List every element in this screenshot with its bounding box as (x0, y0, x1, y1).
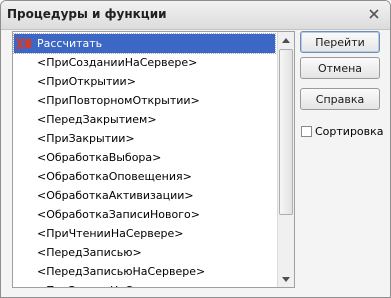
procedures-list[interactable]: Рассчитать <ПриСозданииНаСервере> <ПриОткр… (12, 31, 295, 288)
list-item-label: <ПриПовторномОткрытии> (37, 94, 200, 107)
sort-checkbox-label: Сортировка (315, 124, 384, 138)
list-item[interactable]: <ПриЧтенииНаСервере> (13, 224, 276, 243)
list-item-label: <ОбработкаОповещения> (37, 170, 192, 183)
list-item[interactable]: <ПередЗаписьюНаСервере> (13, 262, 276, 281)
list-item-label: <ОбработкаАктивизации> (37, 189, 194, 202)
list-item-label: <ПередЗакрытием> (37, 113, 157, 126)
list-item[interactable]: <ПриЗакрытии> (13, 129, 276, 148)
scroll-up-icon[interactable] (278, 32, 294, 48)
list-item-label: Рассчитать (37, 37, 103, 50)
list-item[interactable]: <ПриСозданииНаСервере> (13, 53, 276, 72)
title-bar[interactable]: Процедуры и функции (1, 1, 390, 30)
help-button[interactable]: Справка (300, 88, 380, 110)
go-button[interactable]: Перейти (300, 31, 380, 53)
list-item[interactable]: <ОбработкаВыбора> (13, 148, 276, 167)
list-item-selected[interactable]: Рассчитать (13, 33, 276, 54)
list-items: Рассчитать <ПриСозданииНаСервере> <ПриОткр… (13, 32, 276, 287)
list-item-label: <ПриЧтенииНаСервере> (37, 227, 184, 240)
procedures-dialog: Процедуры и функции Рассчитать <ПриСоздан… (0, 0, 391, 298)
list-item[interactable]: <ОбработкаАктивизации> (13, 186, 276, 205)
list-item[interactable]: <ПриПовторномОткрытии> (13, 91, 276, 110)
list-item-label: <ПриЗаписиНаСервере> (37, 284, 183, 287)
list-item[interactable]: <ПриЗаписиНаСервере> (13, 281, 276, 287)
list-item[interactable]: <ОбработкаОповещения> (13, 167, 276, 186)
sort-checkbox[interactable]: Сортировка (301, 123, 384, 139)
list-item-label: <ПриОткрытии> (37, 75, 136, 88)
window-title: Процедуры и функции (7, 7, 167, 21)
list-item-label: <ПередЗаписьюНаСервере> (37, 265, 206, 278)
list-item[interactable]: <ПередЗакрытием> (13, 110, 276, 129)
procedure-mark-icon (16, 37, 32, 50)
scrollbar-thumb[interactable] (279, 49, 293, 215)
sort-checkbox-box[interactable] (301, 125, 312, 137)
list-item[interactable]: <ПередЗаписью> (13, 243, 276, 262)
list-item-label: <ОбработкаЗаписиНового> (37, 208, 200, 221)
close-icon[interactable] (367, 7, 381, 21)
vertical-scrollbar[interactable] (277, 32, 294, 287)
scroll-down-icon[interactable] (278, 271, 294, 287)
list-item[interactable]: <ПриОткрытии> (13, 72, 276, 91)
list-item-label: <ПередЗаписью> (37, 246, 142, 259)
list-item-label: <ОбработкаВыбора> (37, 151, 162, 164)
cancel-button[interactable]: Отмена (300, 57, 380, 79)
list-item-label: <ПриЗакрытии> (37, 132, 135, 145)
list-item-label: <ПриСозданииНаСервере> (37, 56, 198, 69)
list-item[interactable]: <ОбработкаЗаписиНового> (13, 205, 276, 224)
